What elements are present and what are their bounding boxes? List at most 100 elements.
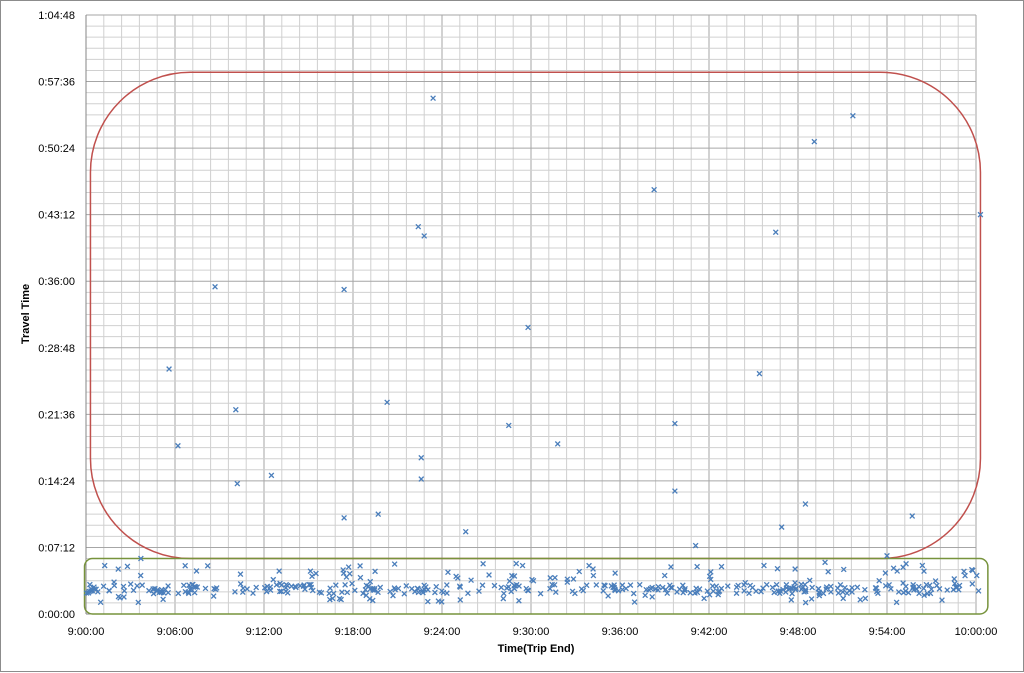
- cluster-point: [735, 582, 742, 589]
- y-tick-label: 0:14:24: [38, 476, 75, 488]
- cluster-point: [827, 583, 834, 590]
- cluster-point: [115, 566, 122, 572]
- cluster-point: [443, 582, 450, 588]
- y-tick-label: 0:00:00: [38, 609, 75, 621]
- outlier-highlight-region: [89, 71, 982, 560]
- outlier-point: [772, 229, 779, 236]
- cluster-point: [479, 582, 486, 589]
- cluster-point: [327, 585, 334, 592]
- cluster-point: [612, 570, 619, 576]
- cluster-point: [822, 559, 828, 566]
- x-tick-label: 9:54:00: [869, 626, 906, 638]
- x-tick-label: 9:00:00: [68, 626, 105, 638]
- cluster-point: [253, 584, 260, 591]
- cluster-point: [668, 564, 674, 570]
- outlier-point: [418, 454, 425, 461]
- cluster-point: [210, 593, 217, 599]
- x-tick-label: 9:12:00: [246, 626, 283, 638]
- cluster-point: [815, 585, 822, 592]
- cluster-point: [849, 584, 855, 591]
- cluster-point: [367, 578, 374, 585]
- cluster-point: [288, 583, 295, 590]
- cluster-point: [357, 563, 363, 569]
- x-tick-label: 9:36:00: [602, 626, 639, 638]
- y-tick-label: 0:21:36: [38, 409, 75, 421]
- cluster-point: [586, 562, 592, 569]
- cluster-point: [605, 593, 611, 599]
- outlier-point: [166, 366, 172, 372]
- cluster-point: [724, 583, 731, 589]
- cluster-point: [377, 584, 384, 591]
- outlier-point: [462, 528, 469, 535]
- travel-time-scatter-chart: 9:00:00 9:06:00 9:12:00 9:18:00 9:24:00 9:30:…: [20, 10, 998, 655]
- cluster-point: [862, 595, 869, 602]
- cluster-point: [491, 582, 498, 589]
- y-tick-label: 0:50:24: [38, 143, 75, 155]
- cluster-point: [480, 560, 486, 567]
- cluster-point: [513, 560, 520, 567]
- cluster-point: [244, 586, 251, 592]
- cluster-point: [237, 571, 244, 578]
- cluster-point: [342, 582, 348, 588]
- cluster-point: [788, 597, 795, 603]
- outlier-point: [268, 472, 275, 479]
- outlier-point: [430, 95, 436, 102]
- cluster-point: [808, 596, 815, 602]
- x-tick-label: 9:18:00: [335, 626, 372, 638]
- cluster-point: [332, 582, 339, 589]
- cluster-point: [769, 584, 776, 591]
- cluster-point: [710, 588, 717, 595]
- cluster-point: [713, 583, 720, 590]
- outlier-point: [415, 223, 422, 230]
- cluster-point: [933, 582, 940, 589]
- x-tick-label: 9:48:00: [780, 626, 817, 638]
- chart-frame: 9:00:00 9:06:00 9:12:00 9:18:00 9:24:00 9:30:…: [0, 0, 1024, 672]
- cluster-point: [202, 585, 209, 592]
- cluster-point: [390, 592, 396, 599]
- x-tick-label: 9:24:00: [424, 626, 461, 638]
- cluster-point: [468, 577, 474, 584]
- outlier-point: [341, 515, 347, 521]
- y-tick-label: 0:36:00: [38, 276, 75, 288]
- cluster-point: [962, 572, 968, 579]
- cluster-point: [182, 562, 189, 569]
- y-axis-title: Travel Time: [20, 284, 32, 344]
- cluster-point: [661, 572, 668, 579]
- x-tick-label: 9:06:00: [157, 626, 194, 638]
- cluster-point: [771, 589, 778, 596]
- cluster-point: [809, 584, 816, 591]
- cluster-point: [523, 585, 530, 592]
- cluster-point: [180, 582, 187, 589]
- cluster-point: [753, 588, 759, 595]
- cluster-point: [893, 599, 900, 606]
- y-tick-label: 1:04:48: [38, 10, 75, 22]
- cluster-point: [101, 562, 108, 569]
- cluster-point: [237, 581, 244, 587]
- cluster-point: [840, 595, 847, 602]
- data-points: [83, 95, 984, 606]
- cluster-point: [649, 594, 656, 600]
- outlier-point: [232, 406, 239, 413]
- cluster-point: [857, 596, 864, 603]
- cluster-point: [127, 581, 134, 587]
- x-tick-label: 9:30:00: [513, 626, 550, 638]
- cluster-point: [631, 599, 638, 605]
- cluster-point: [600, 587, 607, 594]
- cluster-point: [270, 576, 277, 583]
- cluster-point: [773, 581, 780, 588]
- outlier-point: [554, 441, 561, 447]
- normal-highlight-region: [83, 557, 989, 615]
- y-tick-label: 0:07:12: [38, 542, 75, 554]
- cluster-point: [500, 595, 507, 602]
- grid: [85, 14, 977, 615]
- x-axis-title: Time(Trip End): [498, 643, 575, 655]
- cluster-point: [687, 589, 694, 596]
- outlier-point: [802, 501, 809, 507]
- cluster-point: [519, 562, 526, 569]
- cluster-point: [763, 581, 770, 588]
- cluster-point: [87, 581, 93, 588]
- outlier-point: [756, 370, 763, 377]
- x-tick-label: 10:00:00: [955, 626, 998, 638]
- cluster-point: [349, 580, 355, 587]
- highlight-regions: [83, 71, 989, 615]
